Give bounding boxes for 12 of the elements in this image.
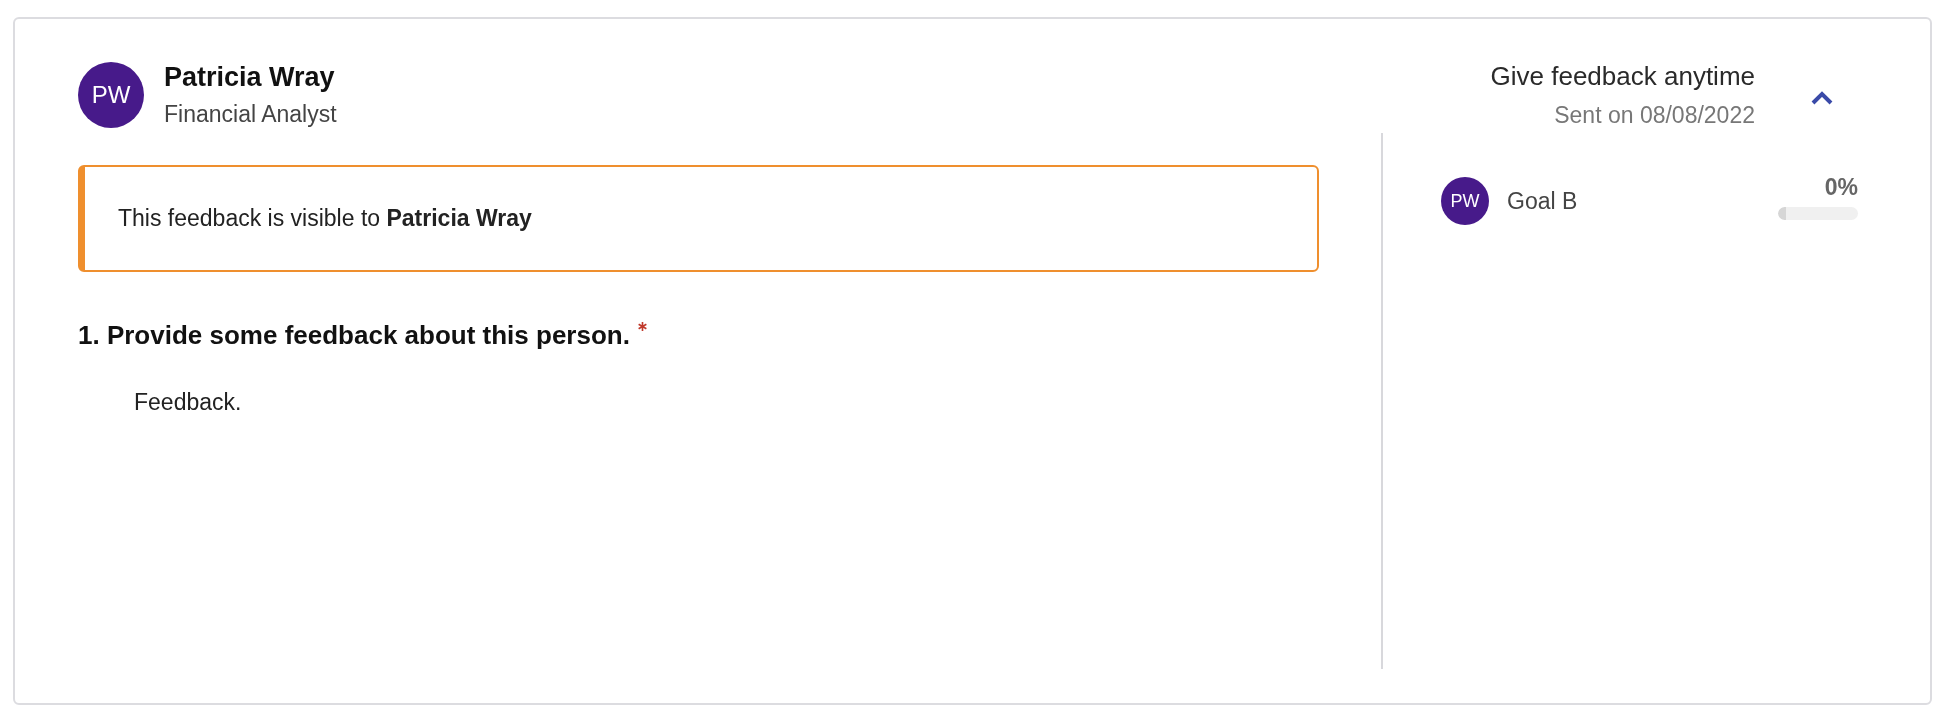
person-name: Patricia Wray: [164, 62, 336, 93]
avatar: PW: [78, 62, 144, 128]
feedback-title: Give feedback anytime: [1490, 61, 1755, 92]
avatar: PW: [1441, 177, 1489, 225]
answer-text: Feedback.: [134, 389, 243, 416]
collapse-chevron-icon[interactable]: [1811, 91, 1833, 105]
question-text: 1. Provide some feedback about this person.: [78, 320, 630, 351]
person-role: Financial Analyst: [164, 101, 337, 128]
goal-name[interactable]: Goal B: [1507, 187, 1778, 215]
progress-percent: 0%: [1824, 174, 1858, 201]
notice-text: This feedback is visible to Patricia Wray: [118, 205, 532, 232]
sent-date: Sent on 08/08/2022: [1553, 102, 1755, 129]
